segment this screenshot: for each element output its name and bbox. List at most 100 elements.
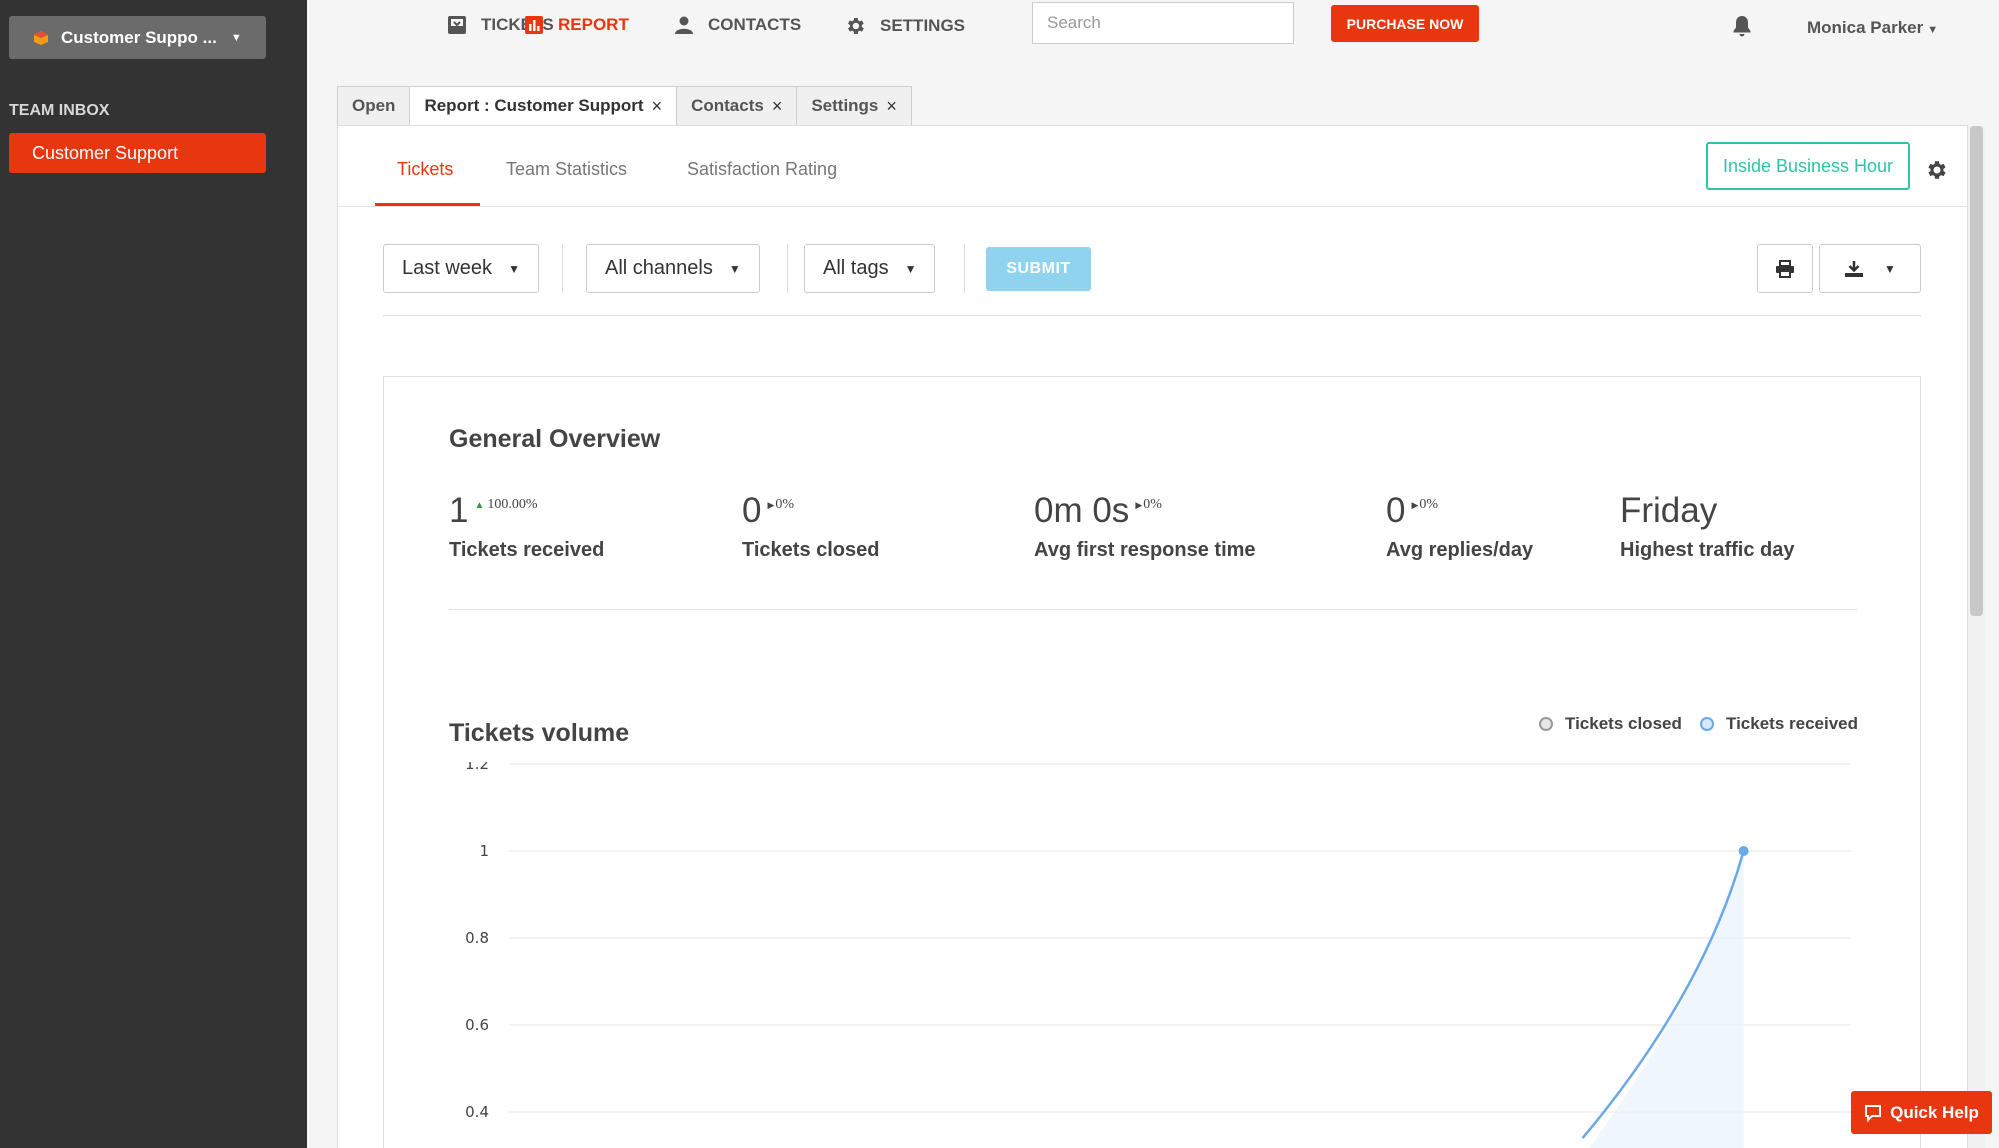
stat-label: Highest traffic day	[1620, 539, 1795, 561]
print-button[interactable]	[1757, 244, 1813, 293]
stat-delta: ▲ 100.00%	[474, 497, 537, 513]
stat-delta-value: 0%	[775, 497, 795, 512]
sidebar-item-customer-support[interactable]: Customer Support	[9, 133, 266, 173]
submit-button[interactable]: SUBMIT	[986, 247, 1091, 291]
report-card: General Overview 1 ▲ 100.00% Tickets recei…	[383, 376, 1921, 1148]
tab-contacts[interactable]: Contacts ×	[676, 86, 797, 126]
stat-tickets-closed: 0 ▶0% Tickets closed	[742, 491, 879, 562]
nav-settings-label: SETTINGS	[880, 16, 966, 35]
divider	[562, 244, 563, 293]
stat-tickets-received: 1 ▲ 100.00% Tickets received	[449, 491, 604, 562]
stat-delta: ▶0%	[1411, 497, 1438, 513]
stat-label: Avg replies/day	[1386, 539, 1534, 561]
gear-icon	[848, 18, 864, 34]
stat-value: Friday	[1620, 491, 1718, 530]
active-subtab-indicator	[375, 203, 480, 206]
filter-divider	[383, 315, 1921, 316]
chevron-down-icon: ▼	[230, 31, 242, 44]
stat-delta-value: 100.00%	[487, 497, 538, 512]
gear-icon[interactable]	[1924, 158, 1948, 182]
tab-open[interactable]: Open	[337, 86, 410, 126]
stat-delta-value: 0%	[1419, 497, 1439, 512]
period-value: Last week	[402, 257, 493, 279]
tab-label: Open	[352, 96, 396, 115]
arrow-up-icon: ▲	[474, 500, 485, 511]
chat-icon	[1865, 1104, 1882, 1122]
chevron-down-icon: ▼	[1927, 24, 1939, 36]
stat-value: 0	[742, 491, 762, 530]
chevron-down-icon: ▼	[508, 261, 520, 276]
inbox-logo-icon	[34, 30, 48, 45]
y-tick-label: 1.2	[465, 762, 489, 773]
tags-value: All tags	[823, 257, 889, 279]
legend-marker	[1539, 717, 1553, 731]
report-icon	[525, 16, 543, 34]
tags-select[interactable]: All tags ▼	[804, 244, 936, 293]
ticket-icon	[448, 16, 466, 34]
user-menu[interactable]: Monica Parker ▼	[1807, 18, 1938, 38]
purchase-now-button[interactable]: PURCHASE NOW	[1331, 5, 1479, 42]
subtab-team-statistics[interactable]: Team Statistics	[506, 159, 627, 180]
stat-avg-first-response: 0m 0s ▶0% Avg first response time	[1034, 491, 1256, 562]
tickets-volume-chart: 1.2 1 0.8 0.6 0.4	[465, 762, 1851, 1148]
legend-tickets-closed[interactable]: Tickets closed	[1539, 714, 1682, 734]
arrow-right-icon: ▶	[1411, 500, 1419, 510]
tab-label: Contacts	[691, 96, 764, 115]
search-input[interactable]	[1032, 2, 1294, 44]
series-area-tickets-received	[1589, 851, 1744, 1148]
scrollbar-thumb[interactable]	[1970, 126, 1983, 616]
stat-delta-value: 0%	[1143, 497, 1162, 512]
top-nav: TICKETS REPORT CONTACTS SETTINGS PURCHAS…	[307, 0, 1999, 52]
tab-bar: Open Report : Customer Support × Contacts…	[337, 86, 912, 126]
tab-settings[interactable]: Settings ×	[796, 86, 912, 126]
subtab-satisfaction-rating[interactable]: Satisfaction Rating	[687, 159, 837, 180]
sidebar: Customer Suppo ... ▼ TEAM INBOX Customer…	[0, 0, 307, 1148]
y-tick-label: 0.6	[465, 1016, 489, 1034]
tab-label: Report : Customer Support	[424, 96, 644, 115]
team-inbox-heading: TEAM INBOX	[9, 102, 110, 119]
download-button[interactable]: ▼	[1819, 244, 1921, 293]
nav-contacts[interactable]: CONTACTS	[674, 15, 801, 35]
legend-label: Tickets closed	[1565, 714, 1682, 733]
legend-marker	[1700, 717, 1714, 731]
user-name: Monica Parker	[1807, 18, 1924, 37]
nav-settings[interactable]: SETTINGS	[844, 15, 965, 37]
download-icon	[1845, 260, 1864, 277]
stat-delta: ▶0%	[767, 497, 794, 513]
bell-icon[interactable]	[1731, 14, 1753, 38]
section-divider	[449, 609, 1857, 610]
y-tick-label: 0.8	[465, 929, 489, 947]
nav-contacts-label: CONTACTS	[708, 15, 802, 34]
data-point	[1738, 846, 1749, 856]
channels-select[interactable]: All channels ▼	[586, 244, 760, 293]
stat-value: 0m 0s	[1034, 491, 1130, 530]
period-select[interactable]: Last week ▼	[383, 244, 539, 293]
y-tick-label: 0.4	[465, 1103, 489, 1121]
nav-report-label: REPORT	[558, 15, 629, 34]
tab-report-customer-support[interactable]: Report : Customer Support ×	[409, 86, 677, 126]
chevron-down-icon: ▼	[1884, 261, 1896, 276]
stat-label: Avg first response time	[1034, 539, 1256, 561]
quick-help-button[interactable]: Quick Help	[1851, 1091, 1992, 1134]
contact-icon	[675, 16, 693, 34]
legend-tickets-received[interactable]: Tickets received	[1700, 714, 1858, 734]
subtab-tickets[interactable]: Tickets	[397, 159, 453, 180]
inbox-selector[interactable]: Customer Suppo ... ▼	[9, 16, 266, 59]
channels-value: All channels	[605, 257, 713, 279]
stat-value: 1	[449, 491, 469, 530]
general-overview-title: General Overview	[449, 425, 661, 453]
stat-label: Tickets received	[449, 539, 605, 561]
legend-label: Tickets received	[1726, 714, 1858, 733]
nav-report[interactable]: REPORT	[524, 15, 629, 35]
stat-highest-traffic-day: Friday Highest traffic day	[1620, 491, 1794, 562]
chevron-down-icon: ▼	[728, 261, 741, 276]
divider	[787, 244, 788, 293]
close-icon[interactable]: ×	[886, 96, 897, 117]
scrollbar[interactable]	[1968, 126, 1985, 1148]
report-subtabs: Tickets Team Statistics Satisfaction Rat…	[338, 126, 1969, 207]
arrow-right-icon: ▶	[1135, 500, 1143, 510]
close-icon[interactable]: ×	[772, 96, 783, 117]
close-icon[interactable]: ×	[652, 96, 663, 117]
tab-label: Settings	[811, 96, 879, 115]
business-hour-toggle[interactable]: Inside Business Hour	[1706, 142, 1910, 190]
